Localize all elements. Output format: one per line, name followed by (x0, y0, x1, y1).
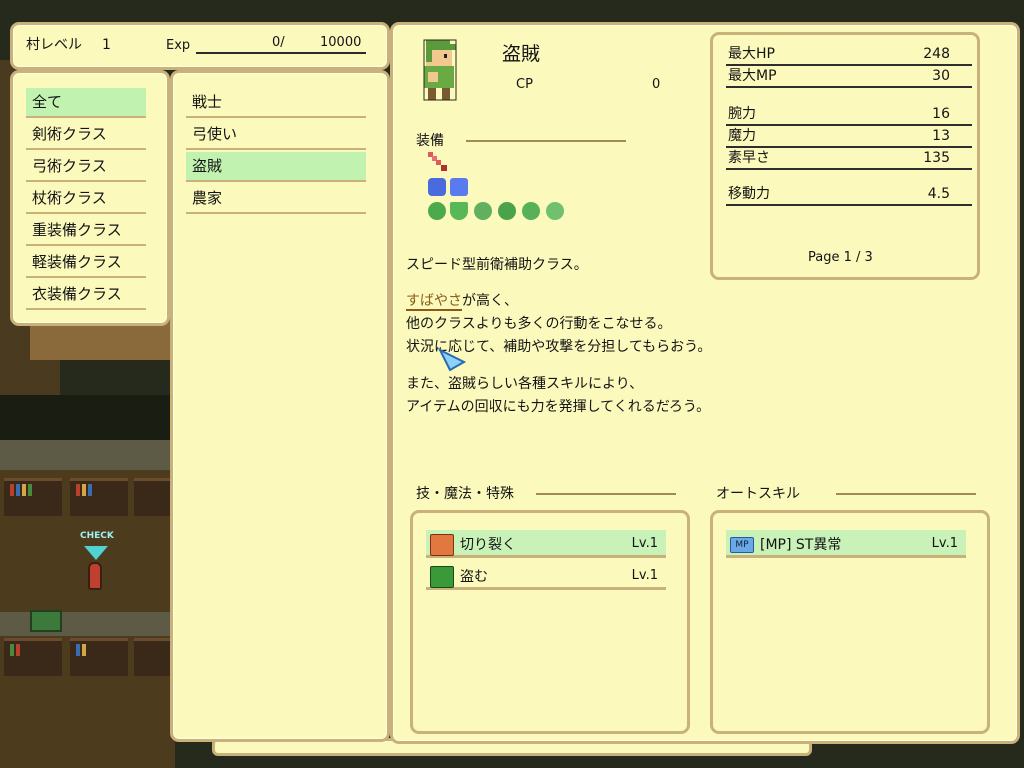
sword-icon (428, 152, 447, 171)
skill-row-slash[interactable]: 切り裂く Lv.1 (426, 530, 666, 558)
check-marker-icon (84, 546, 108, 560)
stat-max-mp-value: 30 (932, 68, 950, 84)
ring-icon (546, 202, 564, 220)
stat-speed: 素早さ 135 (726, 148, 972, 170)
description-line-4: また、盗賊らしい各種スキルにより、 (406, 376, 644, 392)
description-title: スピード型前衛補助クラス。 (406, 257, 588, 273)
stat-speed-label: 素早さ (728, 150, 770, 166)
boots-icon (522, 202, 540, 220)
check-label: CHECK (80, 531, 114, 541)
category-item[interactable]: 弓術クラス (26, 152, 146, 182)
class-label: 盗賊 (192, 157, 223, 175)
class-item[interactable]: 弓使い (186, 120, 366, 150)
class-item[interactable]: 戦士 (186, 88, 366, 118)
auto-skill-name: [MP] ST異常 (760, 537, 842, 553)
skill-level: Lv.1 (631, 568, 658, 583)
chest-icon[interactable] (30, 610, 62, 632)
category-item[interactable]: 軽装備クラス (26, 248, 146, 278)
class-label: 農家 (192, 189, 223, 207)
stat-strength-label: 腕力 (728, 106, 756, 122)
leaf-icon (498, 202, 516, 220)
description-line-1-rest: が高く、 (462, 293, 518, 309)
stat-movement: 移動力 4.5 (726, 184, 972, 206)
stat-strength: 腕力 16 (726, 104, 972, 126)
category-label: 衣装備クラス (32, 285, 122, 303)
stat-magic-label: 魔力 (728, 128, 756, 144)
armor-icon (450, 178, 468, 196)
stat-strength-value: 16 (932, 106, 950, 122)
equip-label: 装備 (416, 133, 444, 149)
player-character-icon[interactable] (88, 562, 102, 590)
stat-movement-label: 移動力 (728, 186, 770, 202)
stat-max-mp: 最大MP 30 (726, 66, 972, 88)
class-label: 弓使い (192, 125, 238, 143)
category-label: 全て (32, 93, 63, 111)
category-item[interactable]: 衣装備クラス (26, 280, 146, 310)
stat-max-hp-value: 248 (923, 46, 950, 62)
equip-divider (466, 140, 626, 142)
class-item[interactable]: 盗賊 (186, 152, 366, 182)
auto-skill-level: Lv.1 (931, 536, 958, 551)
shield-icon-1 (428, 202, 446, 220)
stat-max-hp: 最大HP 248 (726, 44, 972, 66)
auto-skill-row-st[interactable]: MP [MP] ST異常 Lv.1 (726, 530, 966, 558)
class-item[interactable]: 農家 (186, 184, 366, 214)
exp-label: Exp (166, 38, 191, 53)
skills-title: 技・魔法・特殊 (416, 486, 514, 502)
cp-label: CP (516, 77, 533, 92)
village-level-label: 村レベル (26, 37, 82, 53)
stat-movement-value: 4.5 (927, 186, 950, 202)
category-item[interactable]: 全て (26, 88, 146, 118)
skills-divider (536, 493, 676, 495)
category-label: 弓術クラス (32, 157, 107, 175)
stat-max-hp-label: 最大HP (728, 46, 775, 62)
class-label: 戦士 (192, 93, 223, 111)
glove-icon (474, 202, 492, 220)
shield-icon-2 (450, 202, 468, 220)
exp-current: 0/ (272, 35, 285, 50)
description-line-1: すばやさが高く、 (406, 291, 518, 311)
stat-magic-value: 13 (932, 128, 950, 144)
page-indicator[interactable]: Page 1 / 3 (808, 248, 873, 268)
steal-icon (430, 566, 454, 588)
mp-icon: MP (730, 537, 754, 553)
category-item[interactable]: 重装備クラス (26, 216, 146, 246)
category-label: 重装備クラス (32, 221, 122, 239)
exp-bar (196, 52, 366, 54)
skill-level: Lv.1 (631, 536, 658, 551)
description-highlight: すばやさ (406, 293, 462, 311)
cursor-icon (438, 348, 466, 372)
auto-skills-title: オートスキル (716, 486, 800, 502)
stat-max-mp-label: 最大MP (728, 68, 777, 84)
category-label: 剣術クラス (32, 125, 107, 143)
category-item[interactable]: 杖術クラス (26, 184, 146, 214)
helmet-icon (428, 178, 446, 196)
cp-value: 0 (652, 77, 661, 92)
stat-speed-value: 135 (923, 150, 950, 166)
skill-row-steal[interactable]: 盗む Lv.1 (426, 562, 666, 590)
description-line-2: 他のクラスよりも多くの行動をこなせる。 (406, 316, 672, 332)
skill-name: 切り裂く (460, 537, 516, 553)
thief-portrait-icon (423, 39, 457, 101)
stat-magic: 魔力 13 (726, 126, 972, 148)
auto-skills-divider (836, 493, 976, 495)
village-level-value: 1 (102, 37, 111, 53)
mp-badge: MP (735, 540, 749, 550)
exp-max: 10000 (320, 35, 362, 50)
category-label: 軽装備クラス (32, 253, 122, 271)
category-label: 杖術クラス (32, 189, 107, 207)
class-name: 盗賊 (502, 43, 541, 65)
description-line-5: アイテムの回収にも力を発揮してくれるだろう。 (406, 399, 711, 415)
slash-icon (430, 534, 454, 556)
category-item[interactable]: 剣術クラス (26, 120, 146, 150)
skill-name: 盗む (460, 569, 488, 585)
